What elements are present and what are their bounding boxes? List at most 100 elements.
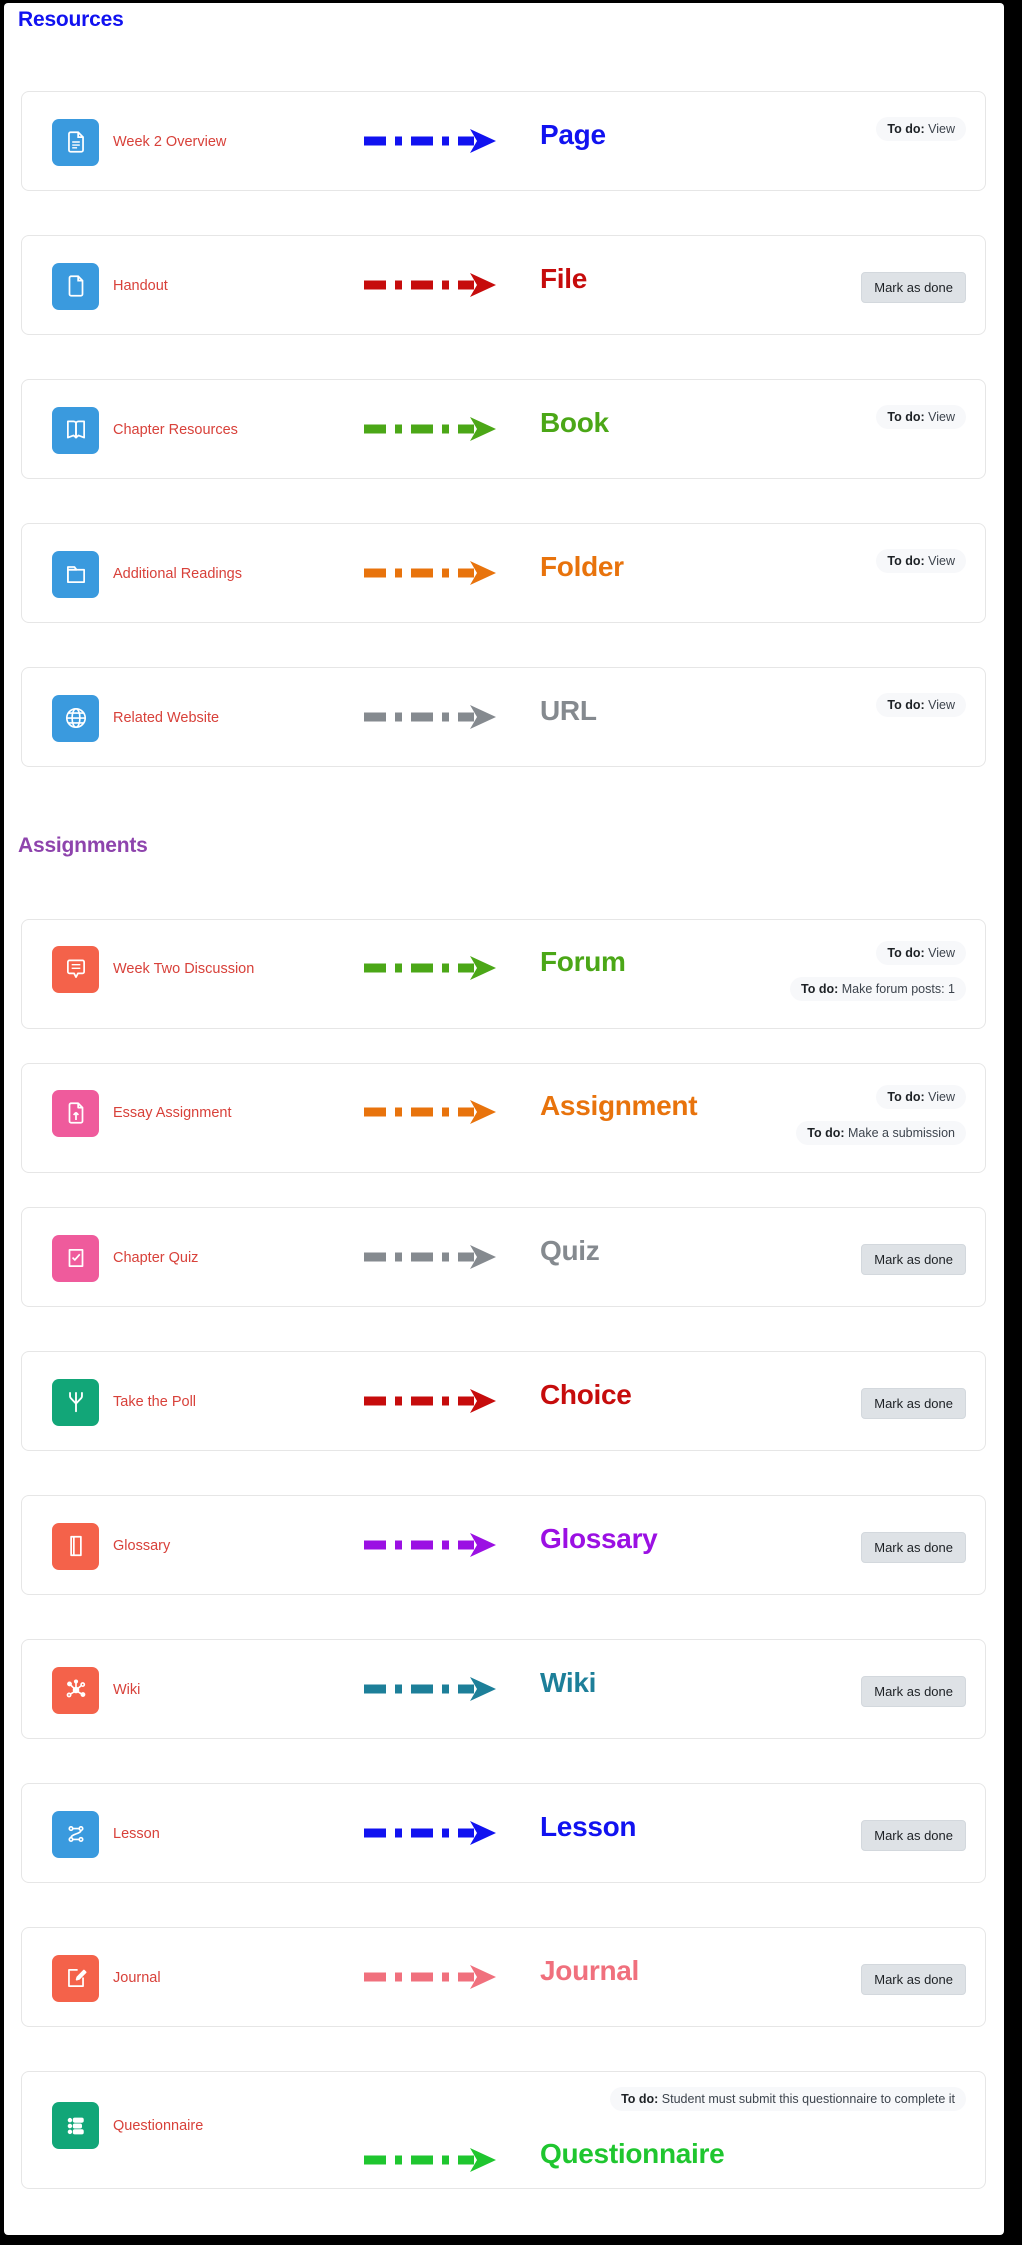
todo-badge-text: Student must submit this questionnaire t…: [658, 2092, 955, 2106]
todo-badge: To do: View: [876, 941, 966, 966]
pointer-arrow-icon: [362, 2147, 502, 2173]
mark-as-done-button[interactable]: Mark as done: [861, 1820, 966, 1851]
folder-icon: [52, 550, 99, 598]
todo-badge-text: View: [924, 122, 955, 136]
activity-type-label: Wiki: [540, 1667, 597, 1698]
mark-as-done-button[interactable]: Mark as done: [861, 1676, 966, 1707]
choice-icon: [52, 1378, 99, 1426]
pointer-arrow-icon: [362, 560, 502, 586]
activity-type-label: Questionnaire: [540, 2138, 725, 2169]
todo-badge-prefix: To do:: [887, 946, 925, 960]
activity-card[interactable]: Journal Journal Mark as done: [21, 1927, 986, 2027]
activity-card[interactable]: Questionnaire Questionnaire To do: Student…: [21, 2071, 986, 2189]
mark-as-done-button[interactable]: Mark as done: [861, 1244, 966, 1275]
activity-name-link[interactable]: Glossary: [113, 1538, 170, 1554]
activity-name-link[interactable]: Questionnaire: [113, 2118, 203, 2134]
todo-badge-text: View: [924, 410, 955, 424]
activity-card[interactable]: Glossary Glossary Mark as done: [21, 1495, 986, 1595]
pointer-arrow-icon: [362, 1099, 502, 1125]
pointer-arrow-icon: [362, 416, 502, 442]
todo-badge: To do: Make forum posts: 1: [790, 977, 966, 1002]
todo-badge: To do: View: [876, 1085, 966, 1110]
todo-badge: To do: Student must submit this question…: [610, 2087, 966, 2112]
activity-type-label: Quiz: [540, 1235, 600, 1266]
activity-card[interactable]: Chapter Resources Book To do: View: [21, 379, 986, 479]
todo-badge: To do: Make a submission: [796, 1121, 966, 1146]
todo-badge-prefix: To do:: [807, 1126, 845, 1140]
book-icon: [52, 406, 99, 454]
activity-card[interactable]: Handout File Mark as done: [21, 235, 986, 335]
pointer-arrow-icon: [362, 272, 502, 298]
activity-type-label: URL: [540, 695, 597, 726]
activity-card[interactable]: Additional Readings Folder To do: View: [21, 523, 986, 623]
activity-card[interactable]: Take the Poll Choice Mark as done: [21, 1351, 986, 1451]
activity-card[interactable]: Essay Assignment Assignment To do: View To …: [21, 1063, 986, 1173]
activity-type-label: Lesson: [540, 1811, 637, 1842]
pointer-arrow-icon: [362, 1676, 502, 1702]
todo-badge: To do: View: [876, 693, 966, 718]
todo-badge-text: Make forum posts: 1: [838, 982, 955, 996]
questionnaire-icon: [52, 2102, 99, 2149]
pointer-arrow-icon: [362, 128, 502, 154]
activity-type-label: Book: [540, 407, 609, 438]
activity-card[interactable]: Lesson Lesson Mark as done: [21, 1783, 986, 1883]
activity-type-label: Journal: [540, 1955, 640, 1986]
pointer-arrow-icon: [362, 1964, 502, 1990]
mark-as-done-button[interactable]: Mark as done: [861, 272, 966, 303]
activity-name-link[interactable]: Chapter Quiz: [113, 1250, 198, 1266]
todo-badge-prefix: To do:: [801, 982, 839, 996]
forum-icon: [52, 945, 99, 993]
globe-icon: [52, 694, 99, 742]
mark-as-done-button[interactable]: Mark as done: [861, 1532, 966, 1563]
quiz-icon: [52, 1234, 99, 1282]
activity-card[interactable]: Week 2 Overview Page To do: View: [21, 91, 986, 191]
file-icon: [52, 262, 99, 310]
pointer-arrow-icon: [362, 955, 502, 981]
activity-name-link[interactable]: Related Website: [113, 710, 219, 726]
todo-badge-prefix: To do:: [621, 2092, 659, 2106]
glossary-icon: [52, 1522, 99, 1570]
activity-name-link[interactable]: Week 2 Overview: [113, 134, 226, 150]
activity-name-link[interactable]: Wiki: [113, 1682, 140, 1698]
todo-badge-prefix: To do:: [887, 698, 925, 712]
pointer-arrow-icon: [362, 1532, 502, 1558]
todo-badge: To do: View: [876, 405, 966, 430]
page-root: Resources Assignments Week 2 Overview Pag…: [4, 3, 1004, 2235]
activity-card[interactable]: Wiki Wiki Mark as done: [21, 1639, 986, 1739]
todo-badge-text: View: [924, 698, 955, 712]
activity-name-link[interactable]: Handout: [113, 278, 168, 294]
assignment-icon: [52, 1089, 99, 1137]
mark-as-done-button[interactable]: Mark as done: [861, 1388, 966, 1419]
activity-type-label: Forum: [540, 946, 626, 977]
mark-as-done-button[interactable]: Mark as done: [861, 1964, 966, 1995]
page-icon: [52, 118, 99, 166]
todo-badge-prefix: To do:: [887, 554, 925, 568]
activity-card[interactable]: Related Website URL To do: View: [21, 667, 986, 767]
activity-type-label: Choice: [540, 1379, 632, 1410]
lesson-icon: [52, 1810, 99, 1858]
activity-name-link[interactable]: Additional Readings: [113, 566, 242, 582]
todo-badge: To do: View: [876, 117, 966, 142]
activity-name-link[interactable]: Journal: [113, 1970, 161, 1986]
activity-name-link[interactable]: Essay Assignment: [113, 1105, 231, 1121]
activity-name-link[interactable]: Lesson: [113, 1826, 160, 1842]
pointer-arrow-icon: [362, 1244, 502, 1270]
todo-badge-prefix: To do:: [887, 122, 925, 136]
todo-badge-prefix: To do:: [887, 1090, 925, 1104]
section-heading-resources: Resources: [18, 8, 124, 31]
journal-icon: [52, 1954, 99, 2002]
pointer-arrow-icon: [362, 1388, 502, 1414]
activity-type-label: Assignment: [540, 1090, 698, 1121]
activity-type-label: File: [540, 263, 588, 294]
section-heading-assignments: Assignments: [18, 834, 148, 857]
pointer-arrow-icon: [362, 1820, 502, 1846]
activity-name-link[interactable]: Chapter Resources: [113, 422, 238, 438]
activity-name-link[interactable]: Take the Poll: [113, 1394, 196, 1410]
activity-card[interactable]: Week Two Discussion Forum To do: View To do…: [21, 919, 986, 1029]
todo-badge: To do: View: [876, 549, 966, 574]
todo-badge-text: View: [924, 554, 955, 568]
activity-card[interactable]: Chapter Quiz Quiz Mark as done: [21, 1207, 986, 1307]
activity-type-label: Glossary: [540, 1523, 658, 1554]
activity-name-link[interactable]: Week Two Discussion: [113, 961, 254, 977]
todo-badge-prefix: To do:: [887, 410, 925, 424]
